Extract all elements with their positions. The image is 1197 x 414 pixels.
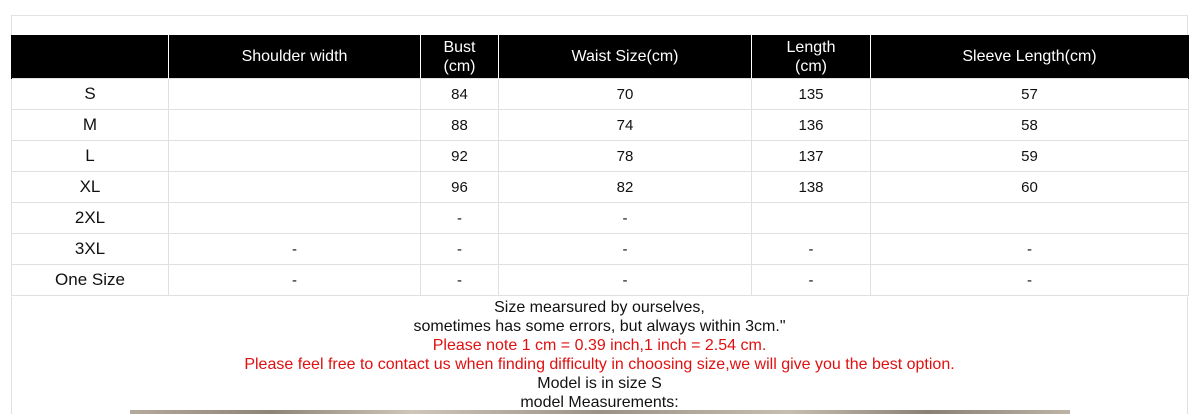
bust-value: 96 (420, 171, 499, 203)
size-chart-table: Shoulder width Bust (cm) Waist Size(cm) L… (11, 35, 1189, 296)
waist-value: 74 (498, 109, 752, 141)
size-label: 3XL (11, 233, 169, 265)
table-row: 2XL - - (11, 202, 1189, 234)
header-row: Shoulder width Bust (cm) Waist Size(cm) L… (11, 35, 1189, 79)
waist-value: - (498, 264, 752, 296)
sleeve-value: 60 (870, 171, 1189, 203)
sleeve-value: 57 (870, 78, 1189, 110)
shoulder-value (168, 171, 421, 203)
shoulder-value (168, 78, 421, 110)
size-label: One Size (11, 264, 169, 296)
table-row: L 92 78 137 59 (11, 140, 1189, 172)
waist-value: 70 (498, 78, 752, 110)
table-row: One Size - - - - - (11, 264, 1189, 296)
waist-value: - (498, 233, 752, 265)
sleeve-value: 59 (870, 140, 1189, 172)
shoulder-value: - (168, 233, 421, 265)
sleeve-value: - (870, 264, 1189, 296)
note-model-size: Model is in size S (537, 375, 662, 392)
shoulder-value: - (168, 264, 421, 296)
table-row: S 84 70 135 57 (11, 78, 1189, 110)
header-waist-size: Waist Size(cm) (498, 35, 752, 79)
note-conversion: Please note 1 cm = 0.39 inch,1 inch = 2.… (432, 337, 767, 354)
length-value: - (751, 233, 871, 265)
header-bust: Bust (cm) (420, 35, 499, 79)
size-label: L (11, 140, 169, 172)
table-row: XL 96 82 138 60 (11, 171, 1189, 203)
header-size (11, 35, 169, 79)
size-label: XL (11, 171, 169, 203)
note-contact: Please feel free to contact us when find… (244, 356, 955, 373)
length-value: 138 (751, 171, 871, 203)
bust-value: - (420, 202, 499, 234)
sleeve-value: 58 (870, 109, 1189, 141)
size-label: M (11, 109, 169, 141)
size-label: S (11, 78, 169, 110)
bust-value: - (420, 233, 499, 265)
waist-value: 82 (498, 171, 752, 203)
waist-value: - (498, 202, 752, 234)
table-top-border (11, 15, 1188, 35)
length-value: 136 (751, 109, 871, 141)
size-notes: Size mearsured by ourselves, sometimes h… (11, 297, 1188, 414)
size-label: 2XL (11, 202, 169, 234)
shoulder-value (168, 109, 421, 141)
header-shoulder-width: Shoulder width (168, 35, 421, 79)
sleeve-value (870, 202, 1189, 234)
note-measured: Size mearsured by ourselves, (494, 299, 705, 316)
note-errors: sometimes has some errors, but always wi… (413, 318, 786, 335)
length-value: 137 (751, 140, 871, 172)
header-sleeve-length: Sleeve Length(cm) (870, 35, 1189, 79)
header-length: Length (cm) (751, 35, 871, 79)
shoulder-value (168, 140, 421, 172)
length-value: 135 (751, 78, 871, 110)
length-value: - (751, 264, 871, 296)
model-photo-edge (130, 410, 1070, 414)
sleeve-value: - (870, 233, 1189, 265)
length-value (751, 202, 871, 234)
bust-value: 92 (420, 140, 499, 172)
table-row: 3XL - - - - - (11, 233, 1189, 265)
bust-value: 88 (420, 109, 499, 141)
bust-value: - (420, 264, 499, 296)
table-row: M 88 74 136 58 (11, 109, 1189, 141)
bust-value: 84 (420, 78, 499, 110)
waist-value: 78 (498, 140, 752, 172)
shoulder-value (168, 202, 421, 234)
